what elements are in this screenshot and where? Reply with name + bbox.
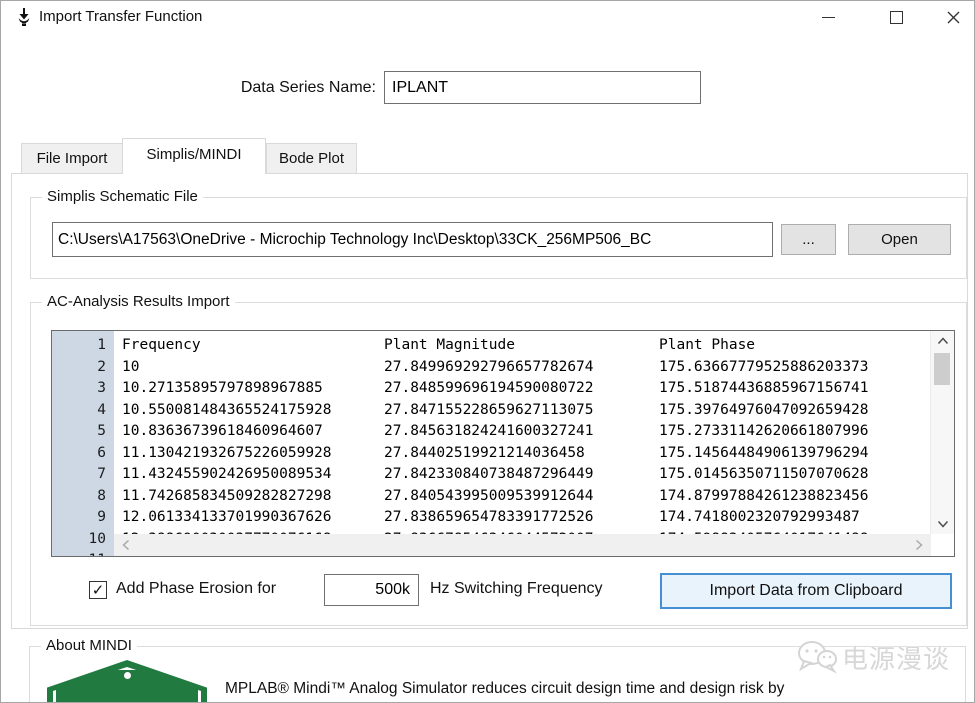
table-row: 912.06133413370199036762627.838659654783… bbox=[52, 507, 954, 529]
table-row: 711.43245590242695008953427.842330840738… bbox=[52, 464, 954, 486]
table-row: 410.55008148436552417592827.847155228659… bbox=[52, 400, 954, 422]
table-row: 310.2713589579789896788527.8485996961945… bbox=[52, 378, 954, 400]
tab-file-import[interactable]: File Import bbox=[21, 143, 123, 174]
schematic-path-input[interactable] bbox=[52, 222, 773, 257]
close-button[interactable] bbox=[930, 1, 975, 33]
phase-erosion-label: Add Phase Erosion for bbox=[116, 580, 276, 598]
vertical-scrollbar-thumb[interactable] bbox=[934, 353, 950, 385]
tab-simplis-mindi[interactable]: Simplis/MINDI bbox=[122, 138, 266, 174]
maximize-icon bbox=[890, 11, 903, 24]
mplab-logo-dot bbox=[124, 672, 131, 679]
scroll-left-arrow-icon[interactable] bbox=[116, 534, 136, 556]
data-series-input[interactable] bbox=[384, 71, 701, 104]
tab-page-simplis-mindi: Simplis Schematic File ... Open AC-Analy… bbox=[11, 173, 968, 629]
minimize-icon bbox=[822, 17, 835, 18]
import-button-label: Import Data from Clipboard bbox=[710, 582, 903, 600]
maximize-button[interactable] bbox=[873, 1, 919, 33]
checkmark-icon: ✓ bbox=[92, 583, 105, 598]
scroll-up-arrow-icon[interactable] bbox=[931, 332, 954, 350]
chat-bubbles-icon bbox=[796, 640, 838, 674]
table-row: 510.8363673961846096460727.8456318242416… bbox=[52, 421, 954, 443]
import-transfer-function-dialog: Import Transfer Function Data Series Nam… bbox=[0, 0, 975, 703]
open-button[interactable]: Open bbox=[848, 224, 951, 255]
minimize-button[interactable] bbox=[805, 1, 851, 33]
mplab-logo: MPLAB bbox=[47, 660, 207, 703]
schematic-file-group-label: Simplis Schematic File bbox=[42, 188, 203, 205]
import-data-from-clipboard-button[interactable]: Import Data from Clipboard bbox=[660, 573, 952, 609]
vertical-scrollbar[interactable] bbox=[930, 331, 954, 534]
ac-analysis-group-label: AC-Analysis Results Import bbox=[42, 293, 235, 310]
data-series-label: Data Series Name: bbox=[151, 79, 376, 97]
about-mindi-description: MPLAB® Mindi™ Analog Simulator reduces c… bbox=[225, 680, 945, 698]
switching-frequency-suffix-label: Hz Switching Frequency bbox=[430, 580, 603, 598]
schematic-file-group: Simplis Schematic File ... Open bbox=[30, 197, 967, 279]
open-button-label: Open bbox=[881, 231, 918, 248]
close-icon bbox=[947, 11, 960, 24]
table-row: 21027.849969292796657782674175.636677795… bbox=[52, 357, 954, 379]
mplab-logo-text: MPLAB bbox=[47, 695, 207, 703]
browse-button[interactable]: ... bbox=[781, 224, 836, 255]
horizontal-scrollbar[interactable] bbox=[114, 534, 931, 556]
ac-results-text-area[interactable]: 1FrequencyPlant MagnitudePlant Phase 210… bbox=[51, 330, 955, 557]
add-phase-erosion-checkbox[interactable]: ✓ bbox=[89, 581, 107, 599]
scroll-right-arrow-icon[interactable] bbox=[909, 534, 929, 556]
watermark-text: 电源漫谈 bbox=[842, 639, 950, 676]
table-row: 1FrequencyPlant MagnitudePlant Phase bbox=[52, 335, 954, 357]
window-title: Import Transfer Function bbox=[39, 1, 202, 33]
table-row: 611.13042193267522605992827.844025199212… bbox=[52, 443, 954, 465]
table-row: 811.74268583450928282729827.840543995009… bbox=[52, 486, 954, 508]
scroll-down-arrow-icon[interactable] bbox=[931, 515, 954, 533]
watermark: 电源漫谈 bbox=[796, 636, 971, 678]
tab-bode-plot[interactable]: Bode Plot bbox=[266, 143, 357, 174]
browse-button-label: ... bbox=[802, 231, 815, 248]
titlebar[interactable]: Import Transfer Function bbox=[1, 1, 974, 33]
ac-results-rows: 1FrequencyPlant MagnitudePlant Phase 210… bbox=[52, 335, 954, 557]
switching-frequency-input[interactable] bbox=[324, 574, 419, 606]
about-mindi-group-label: About MINDI bbox=[41, 637, 137, 654]
import-arrow-icon bbox=[16, 7, 32, 27]
